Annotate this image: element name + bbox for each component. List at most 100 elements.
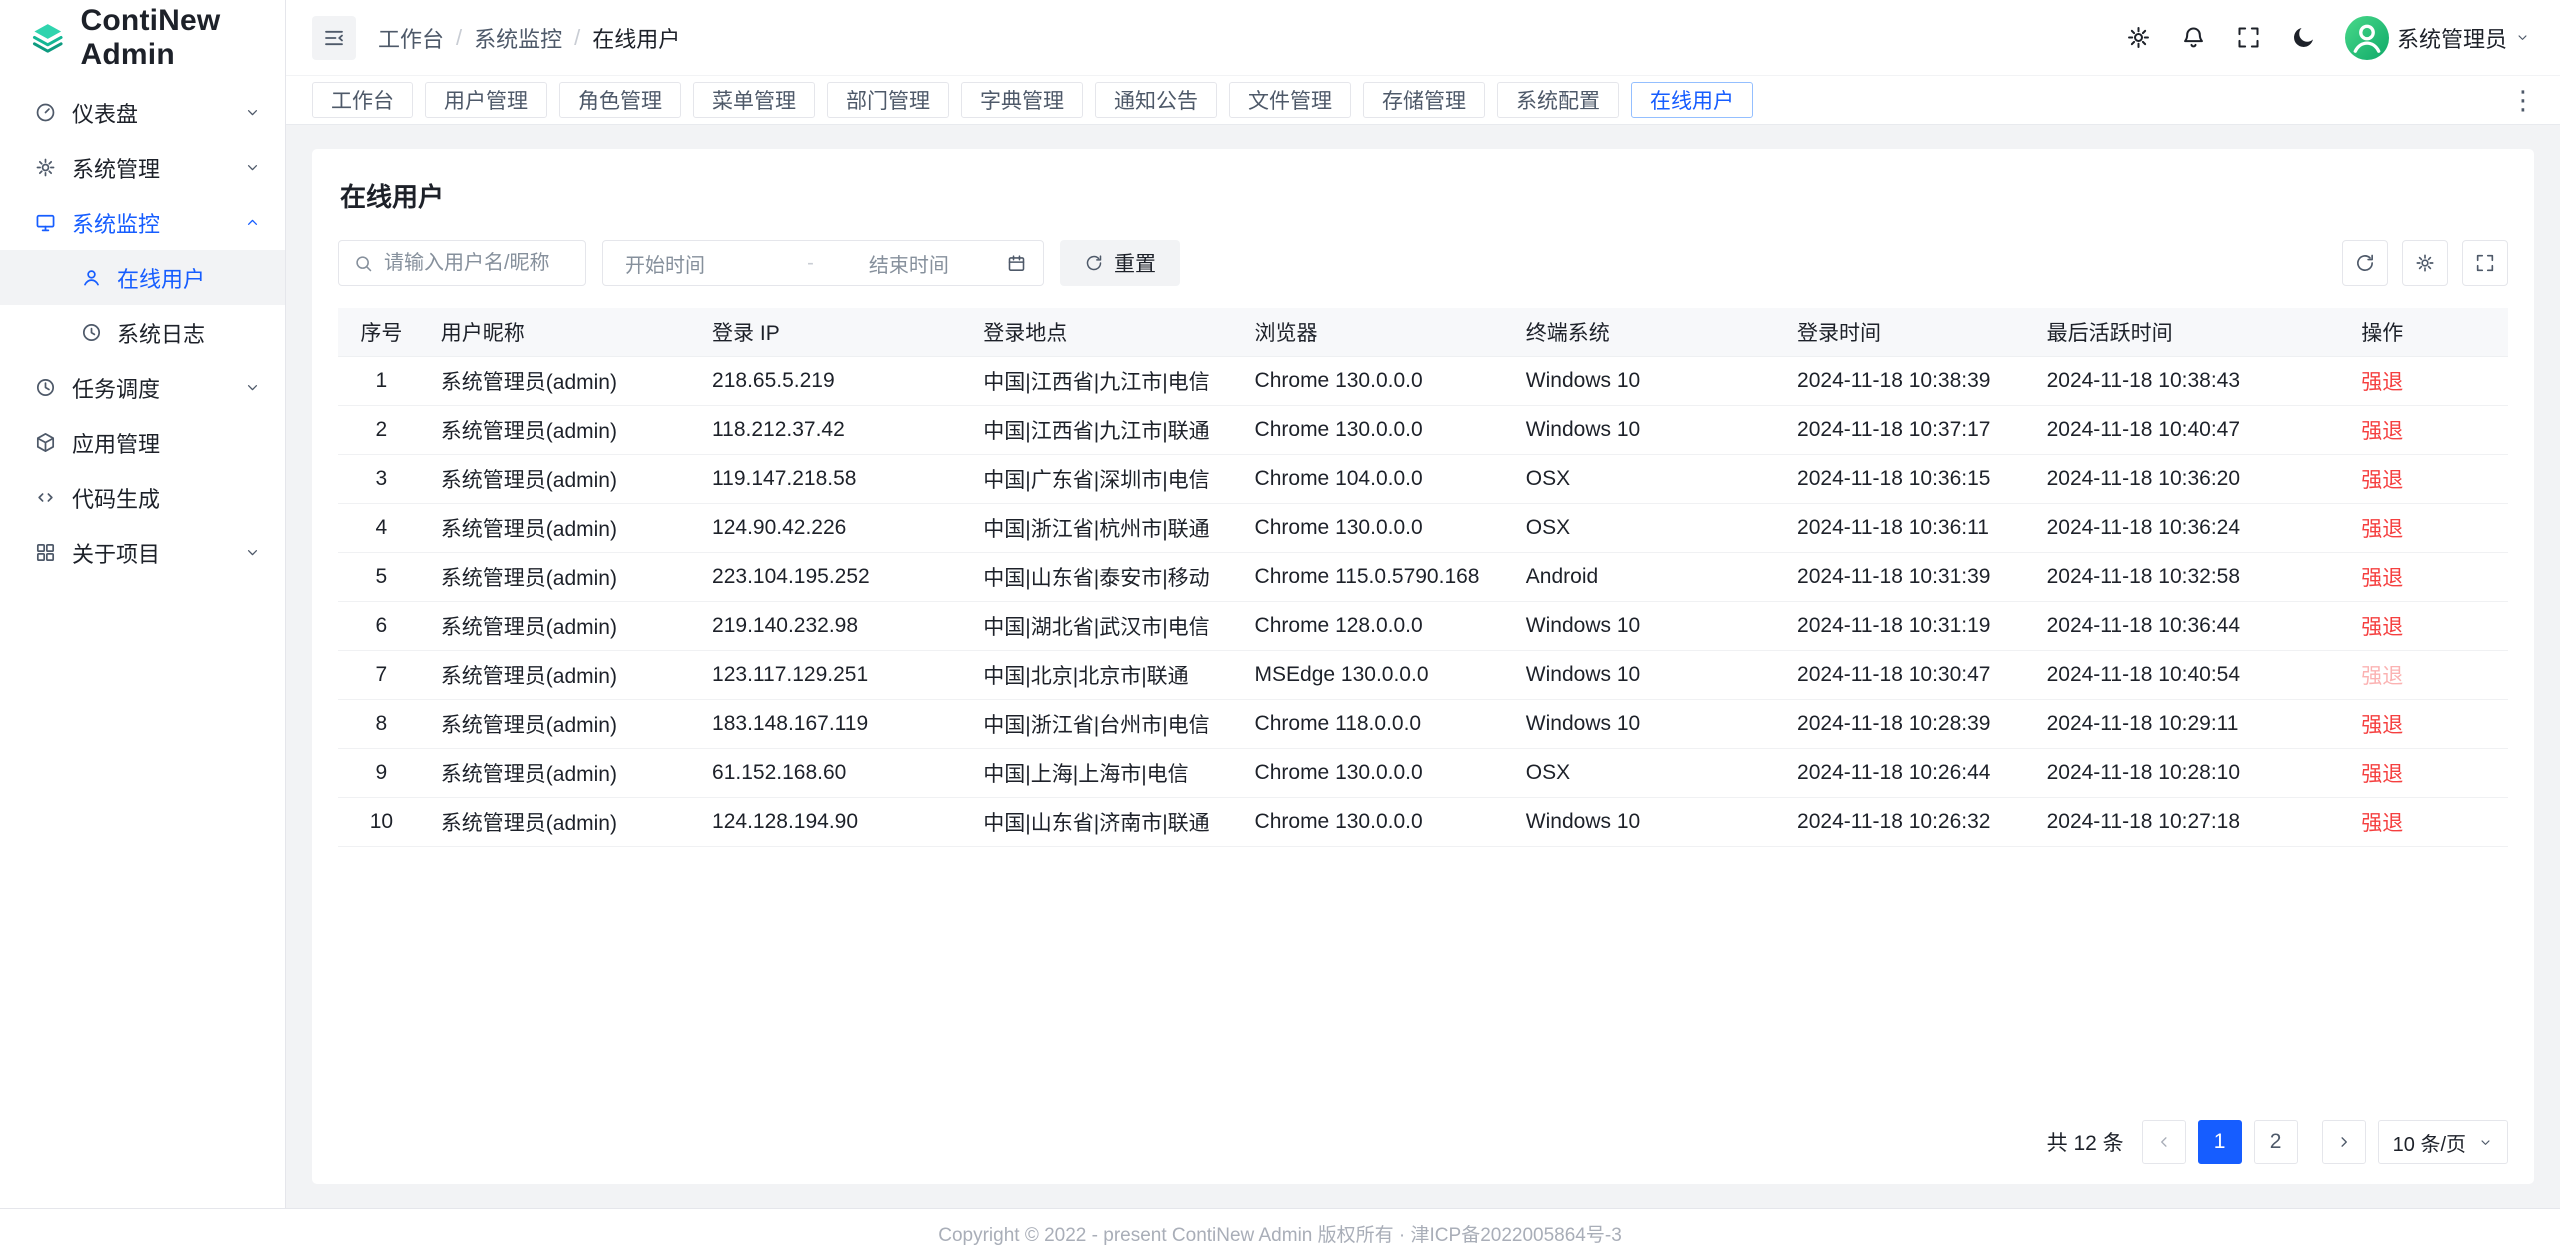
tab[interactable]: 工作台 xyxy=(312,82,413,118)
sidebar-item[interactable]: 应用管理 xyxy=(0,415,285,470)
tab-actions-icon[interactable]: ⋮ xyxy=(2506,85,2540,116)
header-actions: 系统管理员 xyxy=(2125,16,2530,60)
force-logout-link[interactable]: 强退 xyxy=(2361,616,2403,639)
tab[interactable]: 通知公告 xyxy=(1095,82,1217,118)
table-row: 1系统管理员(admin)218.65.5.219中国|江西省|九江市|电信Ch… xyxy=(338,356,2508,405)
search-input[interactable] xyxy=(338,240,586,286)
cell-login-time: 2024-11-18 10:26:44 xyxy=(1781,748,2031,797)
force-logout-link[interactable]: 强退 xyxy=(2361,420,2403,443)
tab-label: 存储管理 xyxy=(1382,85,1466,115)
force-logout-link[interactable]: 强退 xyxy=(2361,567,2403,590)
cell-action: 强退 xyxy=(2345,699,2508,748)
table-fullscreen-button[interactable] xyxy=(2462,240,2508,286)
tab-bar: 工作台用户管理角色管理菜单管理部门管理字典管理通知公告文件管理 存储管理 系统配置在… xyxy=(286,75,2560,125)
sidebar-subitem[interactable]: 在线用户 xyxy=(0,250,285,305)
cell-no: 9 xyxy=(338,748,425,797)
cell-location: 中国|江西省|九江市|电信 xyxy=(967,356,1238,405)
force-logout-link[interactable]: 强退 xyxy=(2361,518,2403,541)
sidebar-item[interactable]: 系统管理 xyxy=(0,140,285,195)
tab[interactable]: 文件管理 xyxy=(1229,82,1351,118)
cell-nickname: 系统管理员(admin) xyxy=(425,748,696,797)
column-header: 浏览器 xyxy=(1239,308,1510,356)
end-time-placeholder: 结束时间 xyxy=(822,249,996,278)
sidebar-item[interactable]: 任务调度 xyxy=(0,360,285,415)
cell-os: Windows 10 xyxy=(1510,797,1781,846)
start-time-placeholder: 开始时间 xyxy=(619,249,799,278)
settings-button[interactable] xyxy=(2125,24,2152,51)
date-range-input[interactable]: 开始时间 - 结束时间 xyxy=(602,240,1044,286)
sidebar-item[interactable]: 系统监控 xyxy=(0,195,285,250)
table-row: 3系统管理员(admin)119.147.218.58中国|广东省|深圳市|电信… xyxy=(338,454,2508,503)
sidebar: ContiNew Admin 仪表盘系统管理系统监控在线用户系统日志任务调度应用… xyxy=(0,0,286,1208)
cell-nickname: 系统管理员(admin) xyxy=(425,356,696,405)
sidebar-item[interactable]: 代码生成 xyxy=(0,470,285,525)
copyright-text: Copyright © 2022 - present ContiNew Admi… xyxy=(938,1220,1622,1247)
cell-no: 8 xyxy=(338,699,425,748)
column-header: 用户昵称 xyxy=(425,308,696,356)
cell-login-time: 2024-11-18 10:30:47 xyxy=(1781,650,2031,699)
cell-login-time: 2024-11-18 10:31:39 xyxy=(1781,552,2031,601)
force-logout-link[interactable]: 强退 xyxy=(2361,763,2403,786)
force-logout-link[interactable]: 强退 xyxy=(2361,714,2403,737)
cell-action: 强退 xyxy=(2345,601,2508,650)
cell-browser: Chrome 130.0.0.0 xyxy=(1239,405,1510,454)
tab[interactable]: 存储管理 xyxy=(1363,82,1485,118)
cell-nickname: 系统管理员(admin) xyxy=(425,650,696,699)
cell-ip: 119.147.218.58 xyxy=(696,454,967,503)
breadcrumb-separator: / xyxy=(574,25,580,51)
notifications-button[interactable] xyxy=(2180,24,2207,51)
sidebar-subitem[interactable]: 系统日志 xyxy=(0,305,285,360)
column-settings-button[interactable] xyxy=(2402,240,2448,286)
fullscreen-button[interactable] xyxy=(2235,24,2262,51)
range-separator: - xyxy=(799,252,822,275)
force-logout-link[interactable]: 强退 xyxy=(2361,371,2403,394)
tab[interactable]: 在线用户 xyxy=(1631,82,1753,118)
breadcrumb-item[interactable]: 系统监控 xyxy=(474,22,562,54)
sidebar-item-label: 系统管理 xyxy=(72,152,229,184)
user-menu[interactable]: 系统管理员 xyxy=(2345,16,2530,60)
page-button[interactable]: 2 xyxy=(2254,1120,2298,1164)
app-logo[interactable]: ContiNew Admin xyxy=(0,0,285,75)
cell-last-active: 2024-11-18 10:36:20 xyxy=(2031,454,2346,503)
cell-os: Windows 10 xyxy=(1510,650,1781,699)
clock-icon xyxy=(34,376,57,399)
cell-last-active: 2024-11-18 10:32:58 xyxy=(2031,552,2346,601)
table-row: 9系统管理员(admin)61.152.168.60中国|上海|上海市|电信Ch… xyxy=(338,748,2508,797)
cell-location: 中国|北京|北京市|联通 xyxy=(967,650,1238,699)
sidebar-subitem-label: 在线用户 xyxy=(117,262,205,294)
next-page-button[interactable] xyxy=(2322,1120,2366,1164)
page-button[interactable]: 1 xyxy=(2198,1120,2242,1164)
reset-button-label: 重置 xyxy=(1114,248,1156,278)
cell-last-active: 2024-11-18 10:36:24 xyxy=(2031,503,2346,552)
sidebar-collapse-button[interactable] xyxy=(312,16,356,60)
breadcrumb-item[interactable]: 工作台 xyxy=(378,22,444,54)
tab[interactable]: 菜单管理 xyxy=(693,82,815,118)
tab[interactable]: 字典管理 xyxy=(961,82,1083,118)
cell-no: 2 xyxy=(338,405,425,454)
force-logout-link[interactable]: 强退 xyxy=(2361,665,2403,688)
chevron-down-icon xyxy=(244,544,261,561)
cell-last-active: 2024-11-18 10:40:54 xyxy=(2031,650,2346,699)
tab[interactable]: 用户管理 xyxy=(425,82,547,118)
box-icon xyxy=(34,431,57,454)
page-size-select[interactable]: 10 条/页 xyxy=(2378,1120,2508,1164)
tab[interactable]: 系统配置 xyxy=(1497,82,1619,118)
search-input-field[interactable] xyxy=(384,252,571,275)
prev-page-button[interactable] xyxy=(2142,1120,2186,1164)
force-logout-link[interactable]: 强退 xyxy=(2361,812,2403,835)
cell-nickname: 系统管理员(admin) xyxy=(425,405,696,454)
cell-no: 10 xyxy=(338,797,425,846)
tab[interactable]: 部门管理 xyxy=(827,82,949,118)
dark-mode-toggle[interactable] xyxy=(2290,24,2317,51)
force-logout-link[interactable]: 强退 xyxy=(2361,469,2403,492)
cell-ip: 124.90.42.226 xyxy=(696,503,967,552)
tab[interactable]: 角色管理 xyxy=(559,82,681,118)
sidebar-item[interactable]: 关于项目 xyxy=(0,525,285,580)
pagination: 共 12 条 12 10 条/页 xyxy=(338,1102,2508,1164)
refresh-table-button[interactable] xyxy=(2342,240,2388,286)
cell-browser: Chrome 104.0.0.0 xyxy=(1239,454,1510,503)
breadcrumb-item[interactable]: 在线用户 xyxy=(592,22,680,54)
reset-button[interactable]: 重置 xyxy=(1060,240,1180,286)
cell-login-time: 2024-11-18 10:31:19 xyxy=(1781,601,2031,650)
sidebar-item[interactable]: 仪表盘 xyxy=(0,85,285,140)
